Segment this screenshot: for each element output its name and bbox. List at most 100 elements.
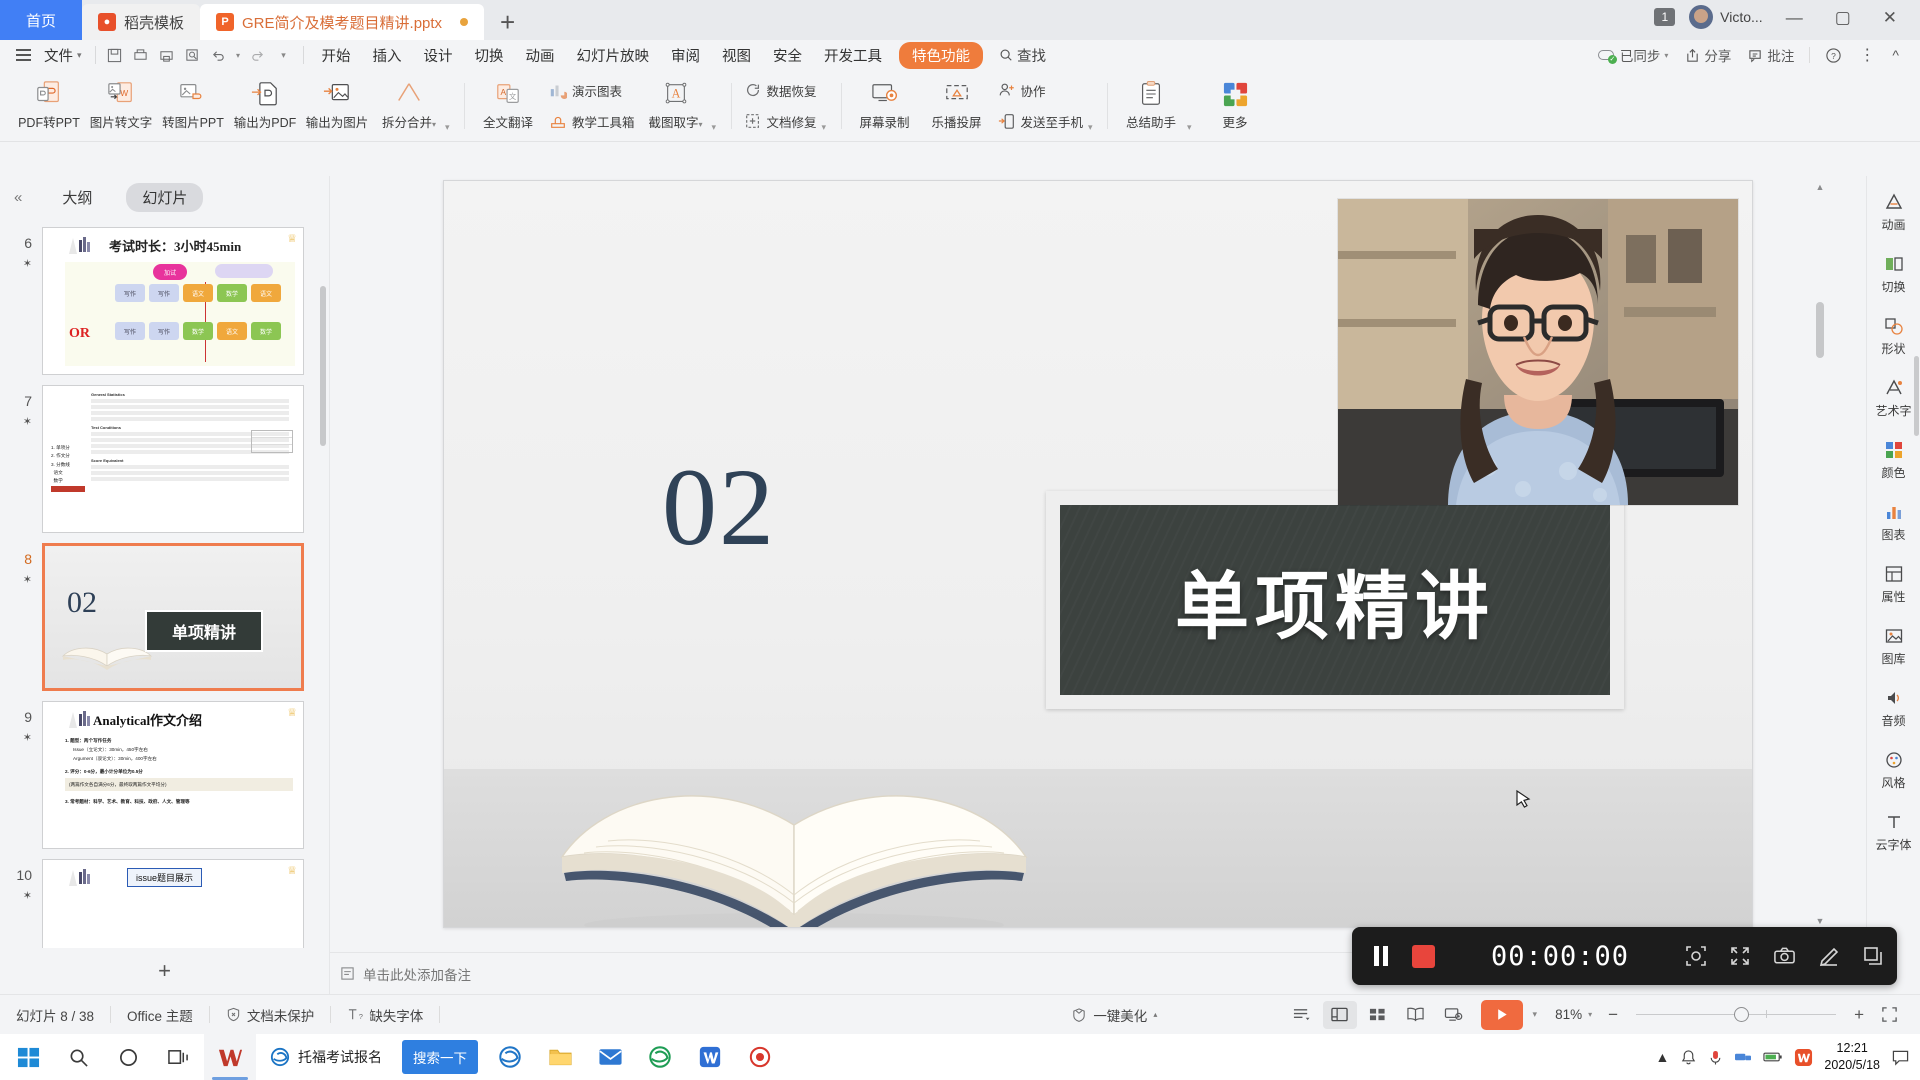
save-icon[interactable] (103, 44, 127, 66)
menu-item-start[interactable]: 开始 (311, 41, 362, 70)
resize-icon[interactable] (1729, 945, 1751, 967)
more-options-button[interactable]: ⋮ (1852, 42, 1882, 68)
taskbar-app-text-item[interactable]: 托福考试报名 (258, 1038, 394, 1076)
mic-icon[interactable] (1708, 1049, 1723, 1066)
undo-dropdown-icon[interactable]: ▾ (233, 44, 244, 66)
list-item[interactable]: 6 ✶ 考试时长：3小时45min ♕ 加试 写作 写作 语文 数学 语文 写作… (0, 222, 329, 380)
rail-item-transition[interactable]: 切换 (1868, 244, 1920, 304)
rail-item-audio[interactable]: 音频 (1868, 678, 1920, 738)
slide-counter[interactable]: 幻灯片 8 / 38 (0, 1005, 110, 1025)
undo-icon[interactable] (207, 44, 231, 66)
collapse-ribbon-button[interactable]: ^ (1885, 44, 1906, 66)
rail-item-gallery[interactable]: 图库 (1868, 616, 1920, 676)
slide-thumbnail-10[interactable]: issue题目展示 ♕ (42, 859, 304, 948)
zoom-level[interactable]: 81% ▾ (1547, 1007, 1600, 1022)
add-slide-button[interactable]: + (0, 948, 329, 994)
menu-item-insert[interactable]: 插入 (362, 41, 413, 70)
normal-view-icon[interactable] (1322, 1000, 1357, 1029)
taskbar-clock[interactable]: 12:21 2020/5/18 (1824, 1040, 1880, 1074)
presenter-view-icon[interactable] (1437, 1001, 1471, 1029)
slide-thumbnail-9[interactable]: Analytical作文介绍 ♕ 1. 题型：两个写作任务 Issue（立论文）… (42, 701, 304, 849)
new-tab-button[interactable]: + (484, 4, 531, 40)
slide-thumbnail-7[interactable]: General Statistics Test Conditions Score… (42, 385, 304, 533)
minimize-button[interactable]: — (1777, 9, 1812, 26)
menu-item-animation[interactable]: 动画 (515, 41, 566, 70)
window-icon[interactable] (1862, 945, 1884, 967)
scroll-up-icon[interactable]: ▲ (1816, 182, 1825, 192)
menu-item-featured[interactable]: 特色功能 (899, 41, 984, 69)
group-expander-icon[interactable]: ▾ (1187, 122, 1199, 133)
wps-tray-icon[interactable] (1794, 1048, 1813, 1067)
battery-icon[interactable] (1763, 1050, 1783, 1064)
menu-item-transition[interactable]: 切换 (464, 41, 515, 70)
teaching-toolbox-button[interactable]: 教学工具箱 (544, 107, 640, 135)
fit-screen-icon[interactable] (1872, 1001, 1906, 1029)
screen-record-button[interactable]: 屏幕录制 (849, 75, 921, 137)
slide-section-number[interactable]: 02 (662, 444, 776, 571)
rail-item-wordart[interactable]: 艺术字 (1868, 368, 1920, 428)
focus-icon[interactable] (1685, 945, 1707, 967)
cast-screen-button[interactable]: 乐播投屏 (921, 75, 993, 137)
play-slideshow-button[interactable] (1480, 999, 1523, 1030)
document-repair-button[interactable]: 文档修复 (739, 107, 822, 135)
print-icon[interactable] (155, 44, 179, 66)
wps-blue-icon[interactable] (686, 1034, 734, 1080)
taskbar-search-chip[interactable]: 搜索一下 (402, 1040, 478, 1074)
theme-name[interactable]: Office 主题 (111, 1005, 209, 1025)
sync-status[interactable]: ✓ 已同步 ▾ (1591, 42, 1676, 68)
print-preview-icon[interactable] (129, 44, 153, 66)
menu-item-design[interactable]: 设计 (413, 41, 464, 70)
export-pdf-button[interactable]: 输出为PDF (229, 75, 301, 137)
zoom-slider-knob[interactable] (1734, 1007, 1750, 1022)
comment-button[interactable]: 批注 (1741, 42, 1801, 68)
group-expander-icon[interactable]: ▾ (712, 122, 724, 133)
slide-thumbnail-6[interactable]: 考试时长：3小时45min ♕ 加试 写作 写作 语文 数学 语文 写作 写作 … (42, 227, 304, 375)
menu-item-review[interactable]: 审阅 (660, 41, 711, 70)
menu-item-security[interactable]: 安全 (762, 41, 813, 70)
font-missing-status[interactable]: ? 缺失字体 (331, 1005, 439, 1025)
list-view-icon[interactable] (1285, 1001, 1319, 1029)
group-expander-icon[interactable]: ▾ (1088, 122, 1100, 133)
maximize-button[interactable]: ▢ (1826, 9, 1860, 26)
taskbar-app-wps[interactable] (204, 1034, 256, 1080)
thumbnail-scrollbar[interactable] (320, 286, 326, 446)
slide-thumbnail-8[interactable]: 02 单项精讲 (42, 543, 304, 691)
camera-icon[interactable] (1773, 945, 1796, 967)
current-slide[interactable]: 02 单项精讲 (443, 180, 1753, 928)
play-dropdown-icon[interactable]: ▾ (1527, 1009, 1544, 1020)
rail-item-cloud-font[interactable]: 云字体 (1868, 802, 1920, 862)
rail-item-style[interactable]: 风格 (1868, 740, 1920, 800)
list-item[interactable]: 7 ✶ General Statistics Test Conditions S… (0, 380, 329, 538)
zoom-in-button[interactable]: + (1850, 1005, 1868, 1025)
tab-slides[interactable]: 幻灯片 (126, 182, 204, 212)
task-view-icon[interactable] (154, 1034, 202, 1080)
redo-icon[interactable] (246, 44, 270, 66)
chalkboard-shape[interactable]: 单项精讲 (1046, 491, 1624, 709)
pdf-to-ppt-button[interactable]: PDF转PPT (13, 75, 85, 137)
pen-icon[interactable] (1818, 945, 1840, 967)
scrollbar-thumb[interactable] (1816, 302, 1824, 358)
menu-search[interactable]: 查找 (989, 41, 1056, 70)
customize-toolbar-icon[interactable]: ▾ (272, 44, 296, 66)
user-account[interactable]: Victo... (1689, 5, 1763, 29)
full-text-translate-button[interactable]: A文 全文翻译 (472, 75, 544, 137)
menu-hamburger-icon[interactable] (16, 49, 31, 61)
zoom-slider[interactable] (1636, 1007, 1837, 1022)
collaborate-button[interactable]: 协作 (993, 76, 1089, 104)
notification-badge[interactable]: 1 (1654, 8, 1676, 26)
record-red-icon[interactable] (736, 1034, 784, 1080)
mail-icon[interactable] (586, 1034, 634, 1080)
presenter-webcam-video[interactable] (1338, 199, 1738, 505)
image-to-text-button[interactable]: W 图片转文字 (85, 75, 157, 137)
presentation-chart-button[interactable]: 演示图表 (544, 76, 640, 104)
screen-record-toolbar[interactable]: 00:00:00 (1352, 927, 1897, 985)
menu-item-dev-tools[interactable]: 开发工具 (813, 41, 893, 70)
data-recovery-button[interactable]: 数据恢复 (739, 76, 822, 104)
search-icon[interactable] (54, 1034, 102, 1080)
rail-item-properties[interactable]: 属性 (1868, 554, 1920, 614)
list-item[interactable]: 10 ✶ issue题目展示 ♕ (0, 854, 329, 948)
thumbnail-list[interactable]: 6 ✶ 考试时长：3小时45min ♕ 加试 写作 写作 语文 数学 语文 写作… (0, 218, 329, 948)
list-item[interactable]: 9 ✶ Analytical作文介绍 ♕ 1. 题型：两个写作任务 Issue（… (0, 696, 329, 854)
reading-view-icon[interactable] (1399, 1001, 1433, 1029)
beautify-button[interactable]: 一键美化 ▴ (1055, 1005, 1173, 1025)
